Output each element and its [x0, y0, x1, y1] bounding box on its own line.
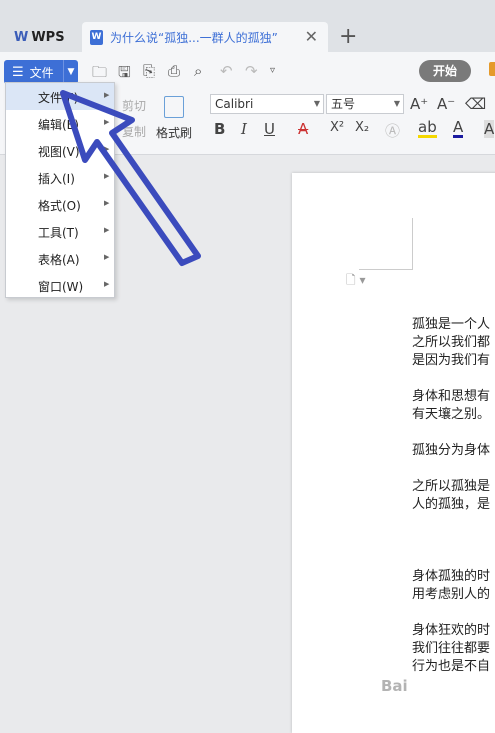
- format-brush-label[interactable]: 格式刷: [156, 124, 192, 141]
- document-text-line: 孤独是一个人: [412, 317, 491, 332]
- document-text-line: 有天壤之别。: [412, 407, 491, 422]
- wps-tab-label: WPS: [31, 29, 65, 45]
- font-size-value: 五号: [331, 97, 356, 111]
- superscript-button[interactable]: X²: [330, 120, 344, 135]
- submenu-arrow-icon: ▶: [104, 118, 110, 126]
- font-name-value: Calibri: [215, 97, 254, 111]
- file-menu-button[interactable]: ☰ 文件 ▼: [4, 60, 78, 84]
- italic-button[interactable]: I: [241, 120, 247, 138]
- document-text-line: 之所以我们都: [412, 335, 491, 350]
- export-pdf-icon[interactable]: ⎘: [143, 62, 155, 80]
- undo-icon[interactable]: ↶: [220, 62, 233, 80]
- new-tab-button[interactable]: +: [339, 24, 357, 50]
- wps-logo-icon: W: [14, 29, 28, 45]
- document-text-line: 是因为我们有: [412, 353, 491, 368]
- menu-item-label: 文件(F): [38, 91, 79, 105]
- menu-item-label: 格式(O): [38, 199, 81, 213]
- document-text-line: 身体孤独的时: [412, 569, 491, 584]
- underline-button[interactable]: U: [264, 120, 275, 138]
- font-size-select[interactable]: 五号 ▼: [326, 94, 404, 114]
- file-dropdown-menu: 文件(F) ▶ 编辑(E) ▶ 视图(V) ▶ 插入(I) ▶ 格式(O) ▶ …: [5, 82, 115, 298]
- copy-button[interactable]: 复制: [122, 123, 146, 140]
- menu-item-insert[interactable]: 插入(I) ▶: [6, 164, 114, 191]
- document-text-line: 之所以孤独是: [412, 479, 491, 494]
- document-text-line: 用考虑别人的: [412, 587, 491, 602]
- menu-item-label: 窗口(W): [38, 280, 84, 294]
- close-tab-icon[interactable]: ✕: [305, 27, 318, 46]
- hamburger-icon: ☰: [12, 64, 24, 80]
- menu-item-label: 表格(A): [38, 253, 80, 267]
- highlight-icon[interactable]: ab: [418, 120, 437, 138]
- submenu-arrow-icon: ▶: [104, 91, 110, 99]
- tab-document[interactable]: W 为什么说“孤独...一群人的孤独” ✕: [82, 22, 328, 52]
- menu-item-label: 插入(I): [38, 172, 75, 186]
- text-effect-icon[interactable]: Ⓐ: [385, 120, 400, 141]
- insert-tab-edge[interactable]: [489, 62, 495, 76]
- watermark: Bai: [381, 677, 408, 695]
- strikethrough-button[interactable]: A: [298, 120, 308, 138]
- menu-item-tools[interactable]: 工具(T) ▶: [6, 218, 114, 245]
- crop-mark: [412, 218, 413, 270]
- document-text-line: 行为也是不自: [412, 659, 491, 674]
- tab-start[interactable]: 开始: [419, 60, 471, 82]
- tab-wps-home[interactable]: W WPS: [0, 22, 80, 52]
- redo-icon[interactable]: ↷: [245, 62, 258, 80]
- menu-item-format[interactable]: 格式(O) ▶: [6, 191, 114, 218]
- chevron-down-icon[interactable]: ▼: [63, 60, 78, 84]
- clear-format-icon[interactable]: ⌫: [465, 95, 486, 113]
- document-tab-title: 为什么说“孤独...一群人的孤独”: [110, 30, 278, 45]
- menu-item-label: 视图(V): [38, 145, 80, 159]
- submenu-arrow-icon: ▶: [104, 280, 110, 288]
- shrink-font-icon[interactable]: A⁻: [437, 95, 455, 113]
- document-text-line: 人的孤独，是: [412, 497, 491, 512]
- document-text-line: 我们往往都要: [412, 641, 491, 656]
- font-color-icon[interactable]: A: [453, 120, 464, 138]
- menu-item-table[interactable]: 表格(A) ▶: [6, 245, 114, 272]
- customize-dropdown-icon[interactable]: ▿: [270, 65, 275, 76]
- menu-item-view[interactable]: 视图(V) ▶: [6, 137, 114, 164]
- cut-button[interactable]: 剪切: [122, 97, 146, 114]
- document-icon: W: [90, 29, 103, 45]
- submenu-arrow-icon: ▶: [104, 172, 110, 180]
- tab-bar: W WPS W 为什么说“孤独...一群人的孤独” ✕ +: [0, 0, 495, 52]
- menu-item-file[interactable]: 文件(F) ▶: [6, 83, 114, 110]
- print-preview-icon[interactable]: ⌕: [194, 62, 202, 80]
- submenu-arrow-icon: ▶: [104, 145, 110, 153]
- subscript-button[interactable]: X₂: [355, 120, 369, 135]
- print-icon[interactable]: ⎙: [168, 62, 180, 80]
- document-text-line: 身体狂欢的时: [412, 623, 491, 638]
- format-brush-icon[interactable]: [164, 96, 184, 118]
- submenu-arrow-icon: ▶: [104, 253, 110, 261]
- save-icon[interactable]: 🖫: [118, 62, 131, 87]
- font-name-select[interactable]: Calibri ▼: [210, 94, 324, 114]
- submenu-arrow-icon: ▶: [104, 199, 110, 207]
- submenu-arrow-icon: ▶: [104, 226, 110, 234]
- file-menu-label: 文件: [29, 65, 54, 80]
- char-shading-icon[interactable]: A: [484, 120, 495, 138]
- menu-item-label: 编辑(E): [38, 118, 79, 132]
- chevron-down-icon[interactable]: ▼: [394, 95, 400, 113]
- menu-item-label: 工具(T): [38, 226, 79, 240]
- paragraph-layout-icon[interactable]: 🗋 ▾: [346, 271, 366, 292]
- document-page[interactable]: 🗋 ▾ 孤独是一个人 之所以我们都 是因为我们有 身体和思想有 有天壤之别。 孤独分为身体…: [292, 173, 495, 733]
- menu-item-edit[interactable]: 编辑(E) ▶: [6, 110, 114, 137]
- bold-button[interactable]: B: [214, 120, 225, 138]
- grow-font-icon[interactable]: A⁺: [410, 95, 428, 113]
- document-text-line: 孤独分为身体: [412, 443, 491, 458]
- chevron-down-icon[interactable]: ▼: [314, 95, 320, 113]
- menu-item-window[interactable]: 窗口(W) ▶: [6, 272, 114, 299]
- document-text-line: 身体和思想有: [412, 389, 491, 404]
- crop-mark: [359, 269, 413, 270]
